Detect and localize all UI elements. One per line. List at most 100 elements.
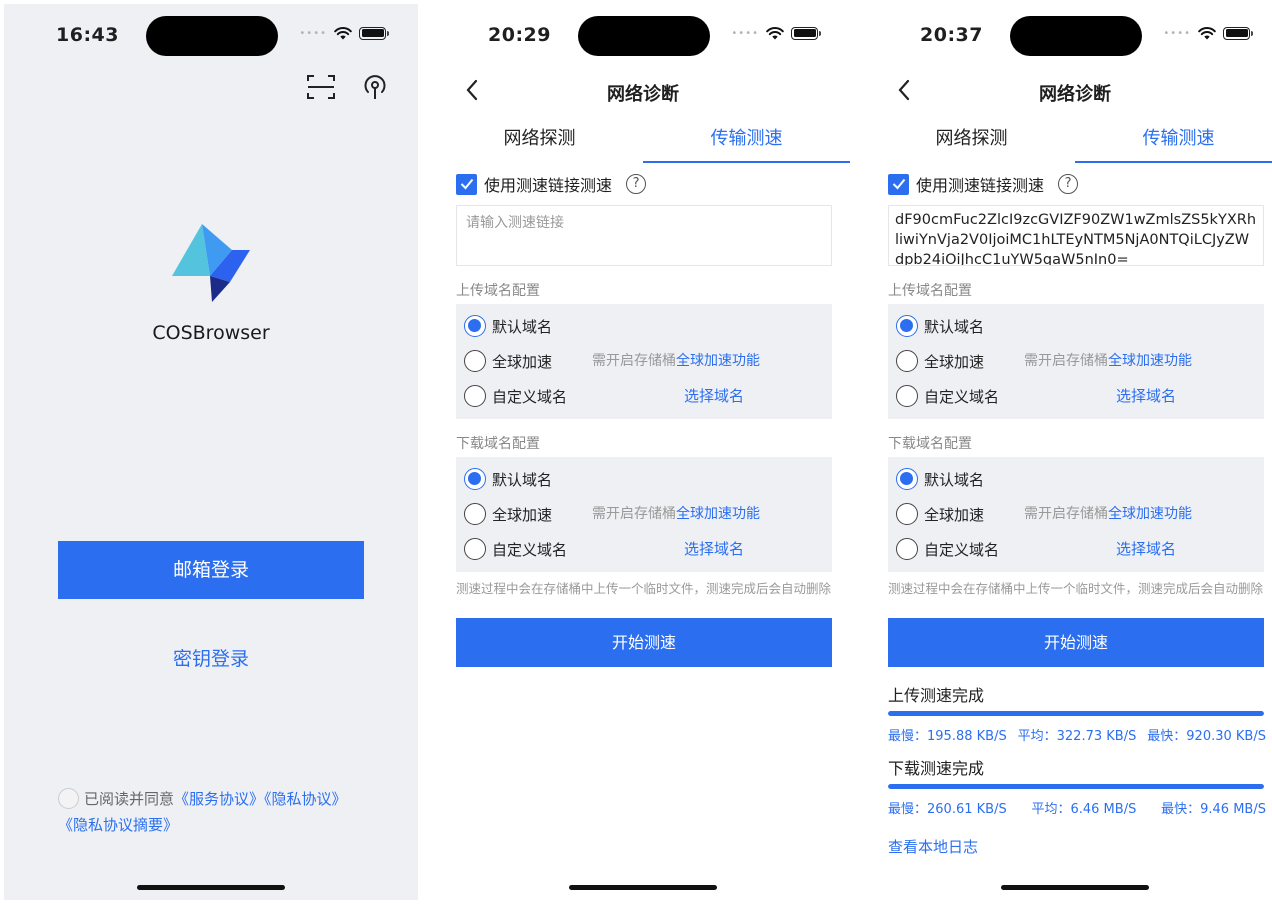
- download-option-global[interactable]: 全球加速: [896, 501, 984, 527]
- radio-unselected[interactable]: [464, 538, 486, 560]
- option-label: 全球加速: [492, 352, 553, 371]
- note-text: 需开启存储桶: [592, 353, 676, 369]
- radio-unselected[interactable]: [896, 350, 918, 372]
- radio-unselected[interactable]: [464, 503, 486, 525]
- download-domain-options: 默认域名 全球加速 需开启存储桶全球加速功能 自定义域名 选择域名: [456, 457, 832, 572]
- radio-unselected[interactable]: [896, 503, 918, 525]
- wifi-icon: [334, 27, 352, 40]
- service-agreement-link[interactable]: 《服务协议》: [174, 790, 264, 808]
- option-label: 默认域名: [924, 317, 985, 336]
- start-speed-test-button[interactable]: 开始测速: [888, 618, 1264, 667]
- download-fastest: 最快：9.46 MB/S: [1161, 802, 1266, 817]
- global-acceleration-link[interactable]: 全球加速功能: [1108, 353, 1192, 369]
- status-icons: ••••: [731, 26, 821, 40]
- choose-domain-link[interactable]: 选择域名: [684, 536, 744, 562]
- status-icons: ••••: [299, 26, 389, 40]
- option-label: 自定义域名: [924, 540, 1000, 559]
- status-time: 20:29: [488, 24, 551, 46]
- status-time: 16:43: [56, 24, 119, 46]
- upload-result-title: 上传测速完成: [888, 686, 985, 705]
- upload-option-global[interactable]: 全球加速: [464, 348, 552, 374]
- signal-icon: ••••: [299, 27, 327, 39]
- speed-test-result-screen: 20:37 •••• 网络诊断 网络探测 传输测速 使用测速链接测速 ? dF9…: [868, 4, 1272, 900]
- battery-icon: [791, 26, 821, 40]
- upload-fastest: 最快：920.30 KB/S: [1147, 729, 1266, 744]
- radio-unselected[interactable]: [464, 350, 486, 372]
- radio-unselected[interactable]: [464, 385, 486, 407]
- download-domain-label: 下载域名配置: [888, 436, 972, 452]
- privacy-summary-link[interactable]: 《隐私协议摘要》: [58, 816, 178, 834]
- global-acceleration-link[interactable]: 全球加速功能: [1108, 506, 1192, 522]
- radio-unselected[interactable]: [896, 538, 918, 560]
- tab-bar: 网络探测 传输测速: [436, 124, 850, 164]
- upload-stats: 最慢：195.88 KB/S 平均：322.73 KB/S 最快：920.30 …: [888, 725, 1266, 744]
- choose-domain-link[interactable]: 选择域名: [1116, 383, 1176, 409]
- radio-selected[interactable]: [464, 468, 486, 490]
- dynamic-island: [1010, 16, 1142, 56]
- agree-radio[interactable]: [58, 788, 79, 809]
- help-icon[interactable]: ?: [626, 174, 647, 194]
- tab-network-probe[interactable]: 网络探测: [436, 124, 643, 154]
- radio-selected[interactable]: [464, 315, 486, 337]
- upload-progress-bar: [888, 711, 1264, 716]
- speed-link-input[interactable]: dF90cmFuc2ZlcI9zcGVIZF90ZW1wZmlsZS5kYXRh…: [888, 205, 1264, 266]
- download-option-global[interactable]: 全球加速: [464, 501, 552, 527]
- app-logo: [172, 224, 250, 302]
- download-result-title: 下载测速完成: [888, 759, 985, 778]
- tab-transfer-speed[interactable]: 传输测速: [643, 124, 850, 154]
- scan-icon[interactable]: [306, 72, 336, 102]
- speed-link-input[interactable]: 请输入测速链接: [456, 205, 832, 266]
- view-local-log-link[interactable]: 查看本地日志: [888, 836, 978, 857]
- note-text: 需开启存储桶: [1024, 506, 1108, 522]
- download-option-default[interactable]: 默认域名: [464, 466, 552, 492]
- upload-domain-label: 上传域名配置: [456, 283, 540, 299]
- privacy-agreement-link[interactable]: 《隐私协议》: [264, 790, 347, 808]
- radio-selected[interactable]: [896, 468, 918, 490]
- key-login-button[interactable]: 密钥登录: [58, 644, 364, 671]
- active-tab-indicator: [643, 161, 850, 163]
- tab-transfer-speed[interactable]: 传输测速: [1075, 124, 1272, 154]
- upload-average: 平均：322.73 KB/S: [1017, 729, 1137, 744]
- page-title: 网络诊断: [1039, 84, 1111, 105]
- start-speed-test-button[interactable]: 开始测速: [456, 618, 832, 667]
- radio-unselected[interactable]: [896, 385, 918, 407]
- download-progress-fill: [888, 784, 1264, 789]
- option-label: 全球加速: [924, 505, 985, 524]
- option-label: 自定义域名: [492, 387, 568, 406]
- download-option-custom[interactable]: 自定义域名: [896, 536, 999, 562]
- checkbox-checked[interactable]: [888, 173, 909, 195]
- upload-option-global[interactable]: 全球加速: [896, 348, 984, 374]
- network-diagnosis-icon[interactable]: [360, 72, 390, 102]
- download-domain-options: 默认域名 全球加速 需开启存储桶全球加速功能 自定义域名 选择域名: [888, 457, 1264, 572]
- global-acceleration-note: 需开启存储桶全球加速功能: [592, 348, 760, 374]
- status-icons: ••••: [1163, 26, 1253, 40]
- upload-domain-label: 上传域名配置: [888, 283, 972, 299]
- upload-option-default[interactable]: 默认域名: [896, 313, 984, 339]
- dynamic-island: [578, 16, 710, 56]
- active-tab-indicator: [1075, 161, 1272, 163]
- radio-selected[interactable]: [896, 315, 918, 337]
- checkbox-checked[interactable]: [456, 173, 477, 195]
- global-acceleration-link[interactable]: 全球加速功能: [676, 353, 760, 369]
- choose-domain-link[interactable]: 选择域名: [1116, 536, 1176, 562]
- global-acceleration-note: 需开启存储桶全球加速功能: [592, 501, 760, 527]
- global-acceleration-link[interactable]: 全球加速功能: [676, 506, 760, 522]
- email-login-button[interactable]: 邮箱登录: [58, 541, 364, 599]
- upload-option-custom[interactable]: 自定义域名: [464, 383, 567, 409]
- download-option-custom[interactable]: 自定义域名: [464, 536, 567, 562]
- upload-option-custom[interactable]: 自定义域名: [896, 383, 999, 409]
- note-text: 需开启存储桶: [592, 506, 676, 522]
- upload-slowest: 最慢：195.88 KB/S: [888, 729, 1007, 744]
- login-screen: 16:43 •••• COSBrowser 邮箱登录 密钥登录 已阅读并同意《服…: [4, 4, 418, 900]
- use-link-checkbox-row[interactable]: 使用测速链接测速 ?: [456, 172, 647, 196]
- upload-option-default[interactable]: 默认域名: [464, 313, 552, 339]
- home-indicator: [137, 885, 285, 890]
- download-option-default[interactable]: 默认域名: [896, 466, 984, 492]
- download-domain-label: 下载域名配置: [456, 436, 540, 452]
- global-acceleration-note: 需开启存储桶全球加速功能: [1024, 348, 1192, 374]
- note-text: 需开启存储桶: [1024, 353, 1108, 369]
- use-link-checkbox-row[interactable]: 使用测速链接测速 ?: [888, 172, 1079, 196]
- tab-network-probe[interactable]: 网络探测: [868, 124, 1075, 154]
- choose-domain-link[interactable]: 选择域名: [684, 383, 744, 409]
- help-icon[interactable]: ?: [1058, 174, 1079, 194]
